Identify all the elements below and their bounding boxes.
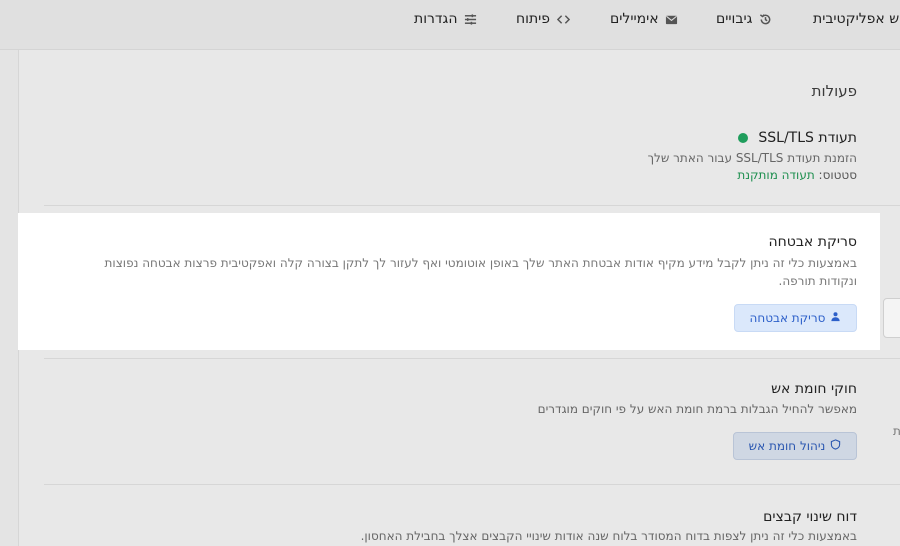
- nav-development[interactable]: פיתוח: [516, 11, 570, 27]
- file-changes-title: דוח שינוי קבצים: [763, 509, 857, 525]
- shield-icon: [830, 439, 841, 453]
- nav-label: גיבויים: [716, 11, 753, 27]
- button-label: סריקת אבטחה: [749, 311, 826, 325]
- side-edge-box: [883, 298, 900, 338]
- nav-settings[interactable]: הגדרות: [414, 11, 477, 27]
- security-scan-card: סריקת אבטחה באמצעות כלי זה ניתן לקבל מיד…: [18, 213, 880, 350]
- top-nav: הגדרות פיתוח אימיילים גיבויים הש אפליקטי…: [0, 0, 900, 50]
- firewall-title: חוקי חומת אש: [771, 381, 857, 397]
- nav-app-firewall[interactable]: הש אפליקטיבית: [813, 11, 900, 27]
- ssl-title: תעודת SSL/TLS: [737, 130, 857, 146]
- nav-emails[interactable]: אימיילים: [610, 11, 679, 27]
- status-value: תעודה מותקנת: [737, 168, 815, 182]
- button-label: ניהול חומת אש: [748, 439, 826, 453]
- firewall-description: מאפשר להחיל הגבלות ברמת חומת האש על פי ח…: [537, 402, 857, 416]
- file-changes-description: באמצעות כלי זה ניתן לצפות בדוח המסודר בל…: [360, 529, 857, 543]
- sliders-icon: [463, 12, 477, 26]
- status-label: סטטוס:: [818, 168, 857, 182]
- ssl-description: הזמנת תעודת SSL/TLS עבור האתר שלך: [647, 151, 857, 165]
- ssl-status: סטטוס: תעודה מותקנת: [737, 168, 857, 182]
- nav-label: הגדרות: [414, 11, 458, 27]
- manage-firewall-button[interactable]: ניהול חומת אש: [733, 432, 857, 460]
- security-scan-button[interactable]: סריקת אבטחה: [734, 304, 857, 332]
- scan-description: באמצעות כלי זה ניתן לקבל מידע מקיף אודות…: [104, 256, 857, 288]
- nav-label: פיתוח: [516, 11, 551, 27]
- nav-label: אימיילים: [610, 11, 659, 27]
- side-edge-char: ת: [893, 424, 900, 438]
- code-icon: [556, 12, 570, 26]
- user-shield-icon: [830, 311, 841, 325]
- nav-label: הש אפליקטיבית: [813, 11, 900, 27]
- nav-backups[interactable]: גיבויים: [716, 11, 772, 27]
- divider: [44, 205, 900, 206]
- status-dot-icon: [737, 133, 748, 143]
- divider: [44, 358, 900, 359]
- ssl-title-text: תעודת SSL/TLS: [758, 130, 857, 146]
- divider: [44, 484, 900, 485]
- history-icon: [758, 12, 772, 26]
- section-title: פעולות: [811, 82, 857, 100]
- mail-icon: [665, 12, 679, 26]
- scan-title: סריקת אבטחה: [768, 234, 857, 250]
